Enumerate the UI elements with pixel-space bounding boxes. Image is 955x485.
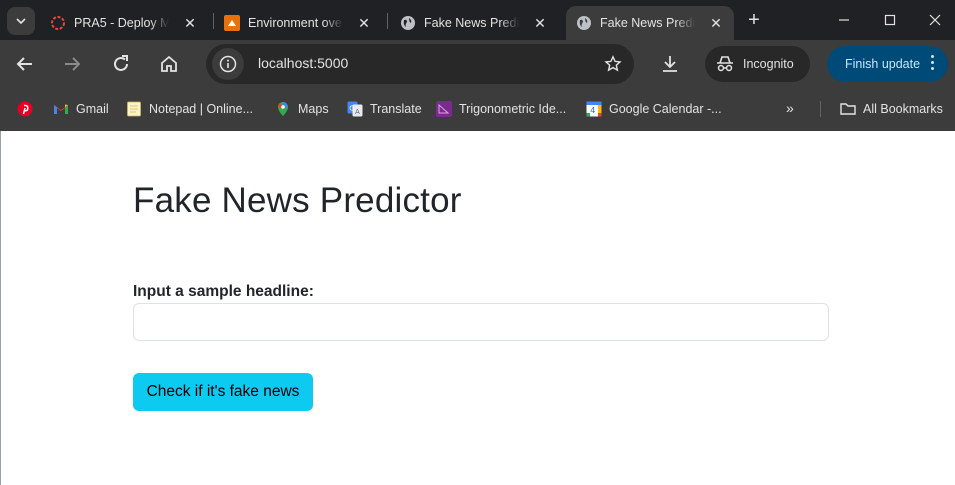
all-bookmarks-label: All Bookmarks	[863, 102, 943, 116]
tab-environment[interactable]: Environment ove ✕	[214, 6, 382, 40]
close-icon[interactable]: ✕	[708, 15, 724, 31]
incognito-label: Incognito	[743, 57, 794, 71]
calendar-icon: 4	[586, 101, 602, 117]
pra5-ring-icon	[50, 15, 66, 31]
tab-search-button[interactable]	[7, 7, 35, 35]
tab-title: Fake News Predi	[600, 16, 695, 30]
headline-input[interactable]	[133, 303, 829, 341]
window-close-icon[interactable]	[925, 10, 945, 30]
download-icon[interactable]	[658, 52, 682, 76]
translate-icon: GA	[347, 101, 363, 117]
bookmarks-separator	[820, 101, 821, 117]
bookmark-calendar[interactable]: 4 Google Calendar -...	[586, 100, 722, 118]
bookmark-maps[interactable]: Maps	[275, 100, 329, 118]
url-text[interactable]: localhost:5000	[258, 55, 348, 71]
bookmark-label: Translate	[370, 102, 422, 116]
svg-text:A: A	[355, 108, 360, 116]
incognito-icon	[717, 56, 733, 72]
new-tab-button[interactable]: +	[744, 10, 764, 30]
home-icon[interactable]	[157, 52, 181, 76]
bookmark-pinterest[interactable]	[17, 100, 40, 118]
globe-icon	[400, 15, 416, 31]
bookmark-gmail[interactable]: Gmail	[53, 100, 109, 118]
bookmark-trigonometric[interactable]: Trigonometric Ide...	[436, 100, 566, 118]
pinterest-icon	[17, 101, 33, 117]
check-fake-news-button[interactable]: Check if it's fake news	[133, 373, 313, 411]
headline-label: Input a sample headline:	[133, 283, 314, 300]
tab-fake-news-1[interactable]: Fake News Predi ✕	[390, 6, 558, 40]
bookmark-label: Trigonometric Ide...	[459, 102, 567, 116]
site-info-icon[interactable]	[212, 48, 244, 80]
bookmark-label: Notepad | Online...	[149, 102, 254, 116]
finish-update-button[interactable]: Finish update	[827, 46, 948, 82]
maximize-icon[interactable]	[880, 10, 900, 30]
all-bookmarks-button[interactable]: All Bookmarks	[840, 100, 943, 118]
svg-text:4: 4	[590, 106, 595, 115]
tab-title: Fake News Predi	[424, 16, 519, 30]
forward-icon[interactable]	[60, 52, 84, 76]
page-title: Fake News Predictor	[133, 181, 462, 220]
tab-title: Environment ove	[248, 16, 342, 30]
trig-icon	[436, 101, 452, 117]
browser-chrome: PRA5 - Deploy M ✕ Environment ove ✕ Fake…	[0, 0, 955, 131]
bookmark-translate[interactable]: GA Translate	[347, 100, 422, 118]
bookmark-label: Maps	[298, 102, 329, 116]
chevron-down-icon	[16, 18, 26, 25]
bookmark-star-icon[interactable]	[604, 55, 622, 73]
tab-strip: PRA5 - Deploy M ✕ Environment ove ✕ Fake…	[0, 0, 955, 40]
bookmarks-bar: Gmail Notepad | Online... Maps GA Transl…	[0, 88, 955, 131]
bookmark-label: Gmail	[76, 102, 109, 116]
tab-title: PRA5 - Deploy M	[74, 16, 169, 30]
more-bookmarks-button[interactable]: »	[786, 100, 794, 116]
page-content: Fake News Predictor Input a sample headl…	[0, 131, 955, 485]
incognito-badge[interactable]: Incognito	[705, 46, 810, 82]
bookmark-label: Google Calendar -...	[609, 102, 722, 116]
tab-pra5[interactable]: PRA5 - Deploy M ✕	[40, 6, 208, 40]
back-icon[interactable]	[13, 52, 37, 76]
close-icon[interactable]: ✕	[182, 15, 198, 31]
more-vertical-icon[interactable]	[931, 55, 934, 70]
toolbar: localhost:5000 Incognito Finish update	[0, 40, 955, 88]
bookmark-notepad[interactable]: Notepad | Online...	[126, 100, 253, 118]
maps-icon	[275, 101, 291, 117]
tab-separator	[387, 13, 388, 29]
minimize-icon[interactable]	[834, 10, 854, 30]
address-bar[interactable]: localhost:5000	[206, 44, 634, 84]
gmail-icon	[53, 101, 69, 117]
finish-update-label: Finish update	[845, 57, 921, 71]
tab-fake-news-active[interactable]: Fake News Predi ✕	[566, 6, 734, 40]
close-icon[interactable]: ✕	[532, 15, 548, 31]
globe-icon	[576, 15, 592, 31]
folder-icon	[840, 101, 856, 117]
svg-text:G: G	[349, 105, 354, 113]
close-icon[interactable]: ✕	[356, 15, 372, 31]
reload-icon[interactable]	[109, 52, 133, 76]
notepad-icon	[126, 101, 142, 117]
environment-icon	[224, 15, 240, 31]
